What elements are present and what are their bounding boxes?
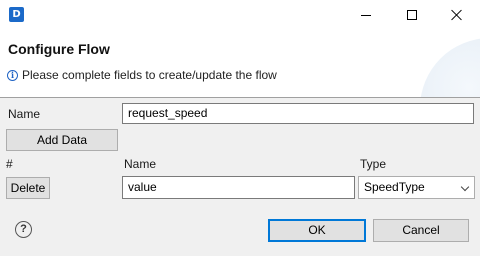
maximize-icon bbox=[407, 10, 417, 20]
column-header-name: Name bbox=[124, 157, 157, 171]
info-icon: i bbox=[7, 69, 18, 81]
minimize-button[interactable] bbox=[343, 0, 389, 30]
minimize-icon bbox=[361, 14, 371, 16]
name-label: Name bbox=[8, 107, 41, 121]
flow-name-input[interactable]: request_speed bbox=[122, 103, 474, 124]
data-type-select[interactable]: SpeedType bbox=[358, 176, 475, 199]
chevron-down-icon bbox=[460, 182, 470, 192]
delete-row-button[interactable]: Delete bbox=[6, 177, 50, 199]
app-icon: D bbox=[9, 7, 24, 22]
ok-button[interactable]: OK bbox=[268, 219, 366, 242]
title-bar: D bbox=[0, 0, 480, 30]
info-message-text: Please complete fields to create/update … bbox=[22, 68, 277, 82]
cancel-button[interactable]: Cancel bbox=[373, 219, 469, 242]
dialog-header: Configure Flow i Please complete fields … bbox=[0, 30, 480, 98]
close-button[interactable] bbox=[434, 0, 480, 30]
dialog-title: Configure Flow bbox=[8, 41, 110, 57]
column-header-index: # bbox=[6, 157, 13, 171]
column-header-type: Type bbox=[360, 157, 387, 171]
data-name-input[interactable]: value bbox=[122, 176, 355, 199]
info-message: i Please complete fields to create/updat… bbox=[7, 68, 277, 82]
data-type-value: SpeedType bbox=[364, 180, 425, 194]
maximize-button[interactable] bbox=[389, 0, 435, 30]
add-data-button[interactable]: Add Data bbox=[6, 129, 118, 151]
help-icon[interactable]: ? bbox=[15, 221, 32, 238]
header-decoration bbox=[420, 38, 480, 98]
header-separator bbox=[0, 97, 480, 98]
close-icon bbox=[451, 9, 463, 21]
